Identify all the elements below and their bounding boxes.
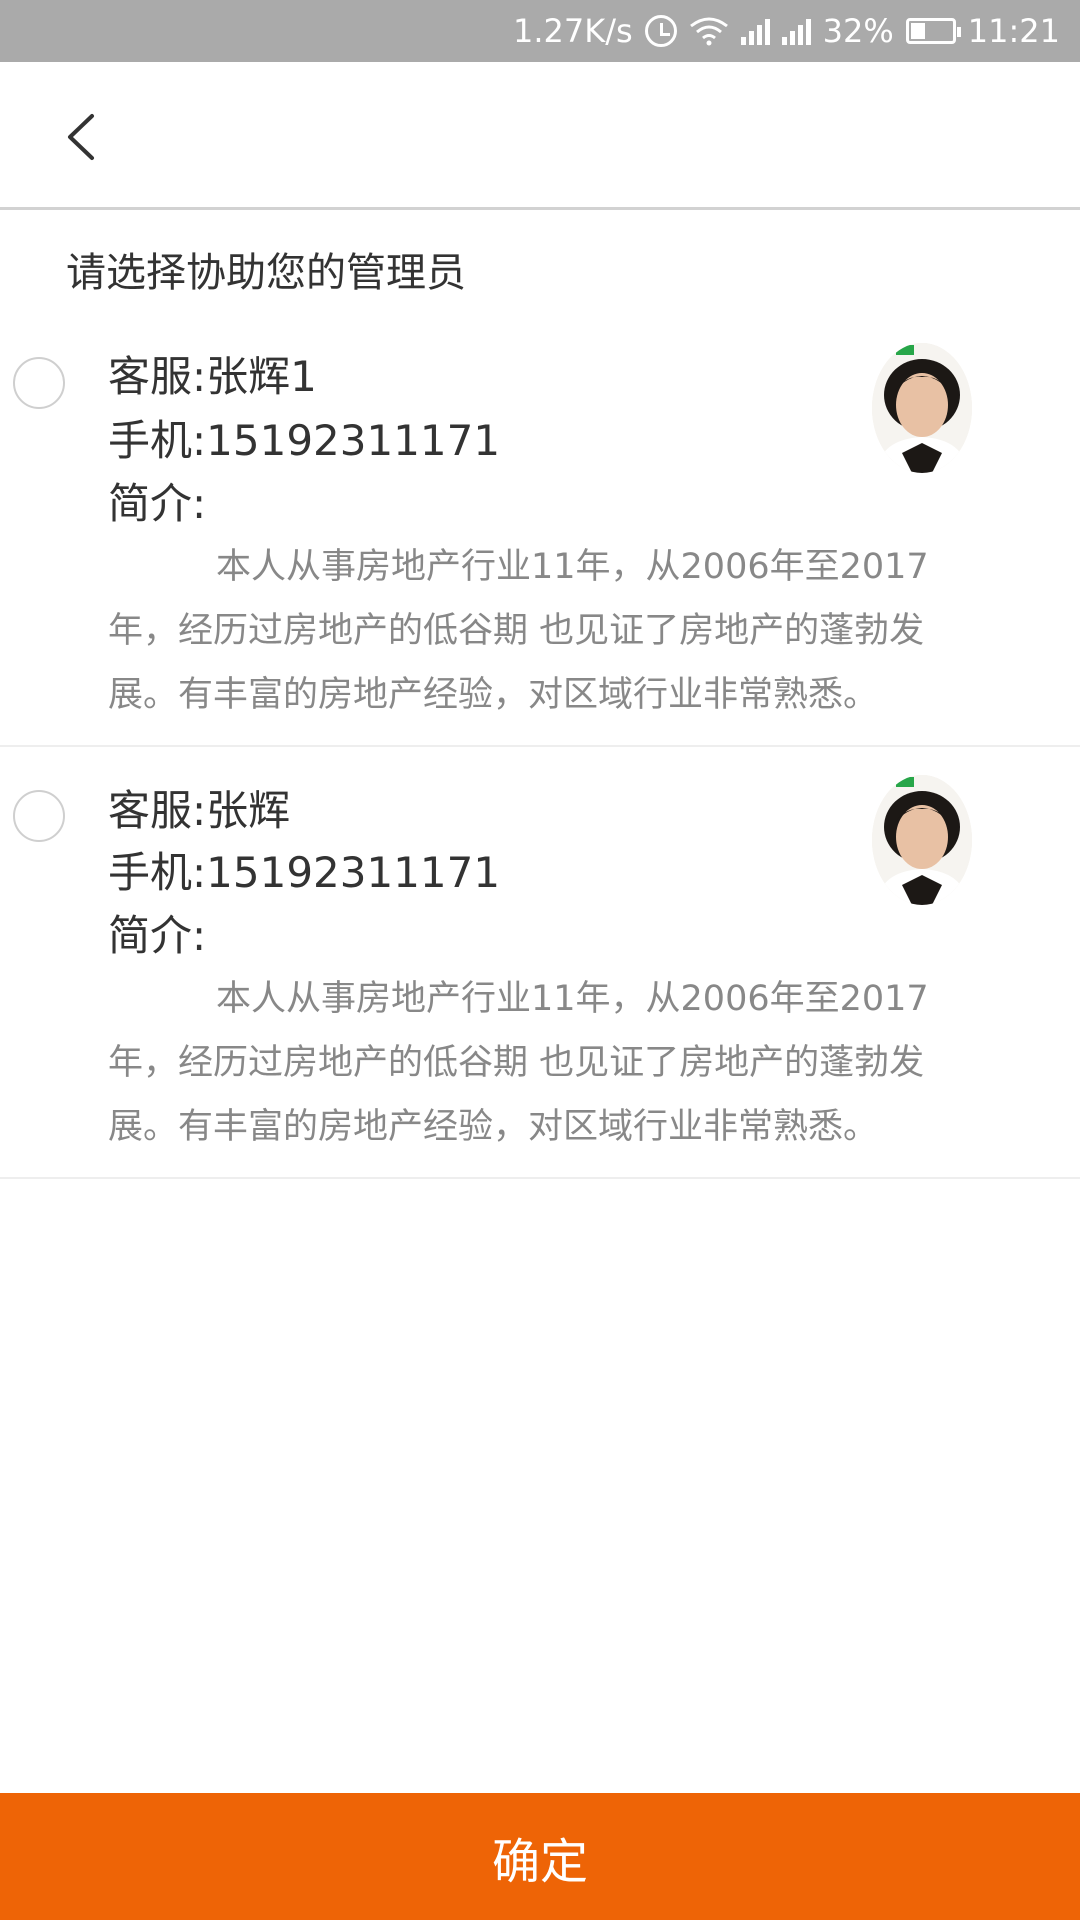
manager-description: 本人从事房地产行业11年，从2006年至2017年，经历过房地产的低谷期 也见证… — [108, 979, 929, 1147]
status-bar: 1.27K/s 32% 11:21 — [0, 0, 1080, 62]
app-screen: 1.27K/s 32% 11:21 请选择协助您的管理员 客服:张辉1 手机:1… — [0, 0, 1080, 1920]
top-bar — [0, 62, 1080, 210]
intro-label: 简介: — [108, 479, 207, 528]
avatar — [872, 775, 972, 905]
intro-label: 简介: — [108, 911, 207, 960]
clock: 11:21 — [967, 12, 1060, 50]
manager-name: 客服:张辉 — [108, 786, 291, 835]
manager-card[interactable]: 客服:张辉1 手机:15192311171 简介: 本人从事房地产行业11年，从… — [0, 315, 1080, 747]
manager-phone: 手机:15192311171 — [108, 416, 501, 465]
confirm-button[interactable]: 确定 — [0, 1793, 1080, 1920]
manager-phone: 手机:15192311171 — [108, 848, 501, 897]
wifi-icon — [689, 11, 729, 51]
signal-icon — [781, 17, 811, 45]
battery-percent: 32% — [822, 12, 894, 50]
back-button[interactable] — [50, 102, 120, 172]
select-radio[interactable] — [13, 790, 65, 842]
net-speed: 1.27K/s — [512, 12, 633, 50]
alarm-icon — [644, 11, 677, 51]
chevron-left-icon — [68, 114, 94, 160]
manager-description: 本人从事房地产行业11年，从2006年至2017年，经历过房地产的低谷期 也见证… — [108, 547, 929, 715]
battery-icon — [905, 11, 961, 51]
select-radio[interactable] — [13, 357, 65, 409]
avatar — [872, 343, 972, 473]
manager-card[interactable]: 客服:张辉 手机:15192311171 简介: 本人从事房地产行业11年，从2… — [0, 747, 1080, 1179]
page-title: 请选择协助您的管理员 — [66, 250, 466, 296]
signal-icon — [740, 17, 770, 45]
manager-name: 客服:张辉1 — [108, 352, 317, 401]
